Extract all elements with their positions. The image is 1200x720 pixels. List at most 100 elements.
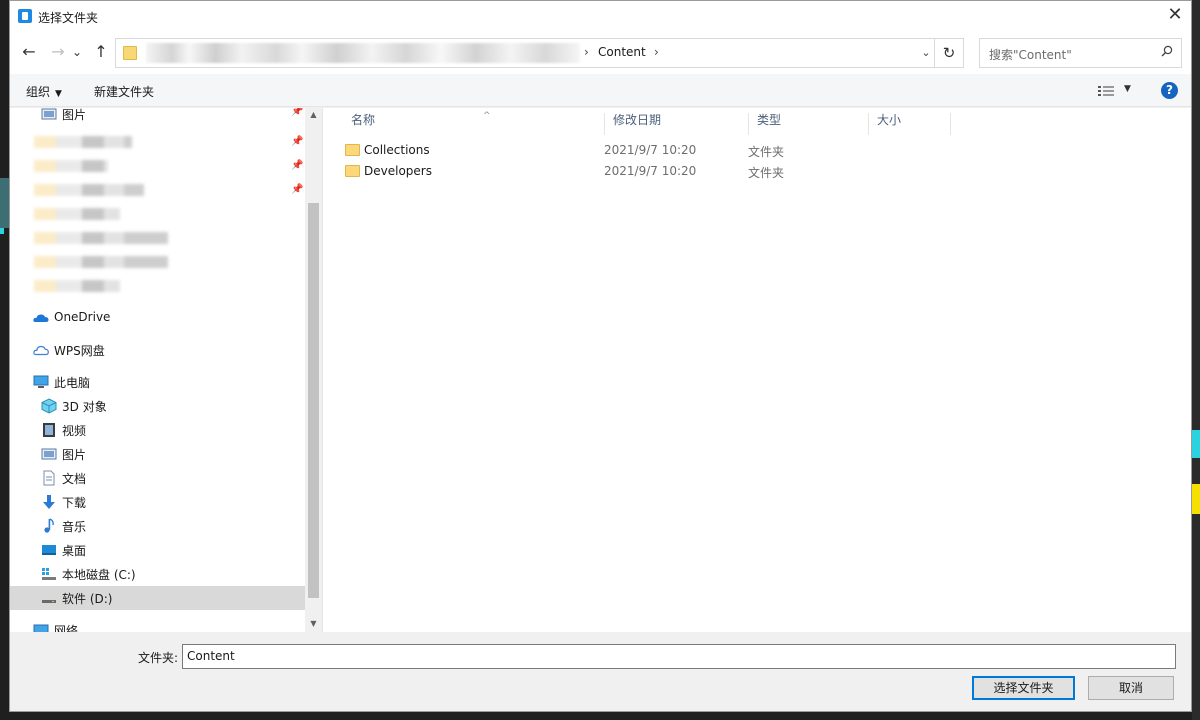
documents-icon <box>43 470 55 486</box>
dialog-title: 选择文件夹 <box>38 11 99 25</box>
redacted-quick-access-item[interactable] <box>34 232 168 244</box>
help-button[interactable]: ? <box>1161 82 1178 99</box>
breadcrumb-current[interactable]: Content <box>598 45 646 59</box>
pin-icon[interactable]: 📌 <box>291 136 303 147</box>
file-row[interactable]: Collections 2021/9/7 10:20 文件夹 <box>343 140 943 161</box>
search-placeholder: 搜索"Content" <box>989 48 1072 62</box>
sidebar-item-label: 文档 <box>62 472 87 486</box>
view-options-button[interactable]: ▼ <box>1098 83 1138 99</box>
breadcrumb-chevron-icon[interactable]: › <box>654 45 659 59</box>
organize-button[interactable]: 组织 ▼ <box>26 83 62 100</box>
sidebar-item-3d-objects[interactable]: 3D 对象 <box>10 394 305 418</box>
sidebar-item-this-pc[interactable]: 此电脑 <box>10 370 305 394</box>
back-button[interactable]: ← <box>18 41 40 63</box>
close-button[interactable]: ✕ <box>1159 1 1191 31</box>
select-folder-button[interactable]: 选择文件夹 <box>972 676 1075 700</box>
column-header-type[interactable]: 类型 <box>749 113 869 135</box>
redacted-quick-access-item[interactable] <box>34 136 132 148</box>
sidebar-item-label: 3D 对象 <box>62 400 107 414</box>
column-header-label: 修改日期 <box>613 113 662 127</box>
sidebar-item-pictures[interactable]: 图片 <box>10 442 305 466</box>
sidebar-item-label: 视频 <box>62 424 87 438</box>
column-header-date[interactable]: 修改日期 <box>605 113 749 135</box>
background-yellow-bar <box>1192 484 1200 514</box>
pictures-icon <box>41 448 57 460</box>
redacted-quick-access-item[interactable] <box>34 208 120 220</box>
sidebar-item-onedrive[interactable]: OneDrive <box>10 306 305 330</box>
sidebar-item-music[interactable]: 音乐 <box>10 514 305 538</box>
music-icon <box>44 518 54 533</box>
refresh-button[interactable]: ↻ <box>934 38 964 68</box>
title-bar: 选择文件夹 ✕ <box>10 1 1191 31</box>
search-icon <box>1161 45 1173 57</box>
file-date: 2021/9/7 10:20 <box>604 143 697 157</box>
select-folder-dialog: 选择文件夹 ✕ ← → ⌄ ↑ › Content › ⌄ ↻ 搜索"Conte… <box>9 0 1192 712</box>
wps-cloud-icon <box>33 345 49 356</box>
file-date: 2021/9/7 10:20 <box>604 164 697 178</box>
sidebar-item-drive-c[interactable]: 本地磁盘 (C:) <box>10 562 305 586</box>
pin-icon[interactable]: 📌 <box>291 184 303 195</box>
navigation-scrollbar[interactable]: ▲ ▼ <box>305 108 322 632</box>
new-folder-button[interactable]: 新建文件夹 <box>94 83 154 100</box>
cancel-button[interactable]: 取消 <box>1088 676 1174 700</box>
file-name: Collections <box>364 143 430 157</box>
sidebar-item-label: 桌面 <box>62 544 87 558</box>
scrollbar-thumb[interactable] <box>308 203 319 598</box>
redacted-quick-access-item[interactable] <box>34 256 168 268</box>
recent-locations-button[interactable]: ⌄ <box>70 41 84 63</box>
redacted-quick-access-item[interactable] <box>34 184 144 196</box>
caret-down-icon: ▼ <box>55 89 62 99</box>
sidebar-item-network[interactable]: 网络 <box>10 618 305 632</box>
file-row[interactable]: Developers 2021/9/7 10:20 文件夹 <box>343 161 943 182</box>
background-app-strip <box>0 178 9 228</box>
scroll-up-icon[interactable]: ▲ <box>305 108 322 122</box>
forward-button[interactable]: → <box>47 41 69 63</box>
browser-body: 图片 📌 📌 📌 📌 OneDrive WPS网盘 此电脑 3D 对象 视频 图… <box>10 108 1191 632</box>
folder-name-input[interactable]: Content <box>182 644 1176 669</box>
file-name: Developers <box>364 164 432 178</box>
redacted-quick-access-item[interactable] <box>34 160 108 172</box>
onedrive-icon <box>33 314 49 322</box>
sidebar-item-drive-d[interactable]: 软件 (D:) <box>10 586 305 610</box>
sidebar-item-label: 图片 <box>62 448 87 462</box>
up-button[interactable]: ↑ <box>90 41 112 63</box>
pin-icon[interactable]: 📌 <box>291 160 303 171</box>
quick-access-label: 图片 <box>62 108 87 122</box>
organize-label: 组织 <box>26 85 51 99</box>
details-view-icon <box>1098 86 1114 96</box>
column-header-label: 大小 <box>877 113 902 127</box>
redacted-quick-access-item[interactable] <box>34 280 120 292</box>
background-app-accent <box>0 228 4 234</box>
column-header-size[interactable]: 大小 <box>869 113 951 135</box>
background-app-edge <box>1192 0 1200 720</box>
folder-icon <box>345 144 360 156</box>
file-list[interactable]: 名称 ^ 修改日期 类型 大小 Collections 2021/9/7 10:… <box>323 108 1191 632</box>
sidebar-item-label: WPS网盘 <box>54 344 105 358</box>
scroll-down-icon[interactable]: ▼ <box>305 616 322 632</box>
sidebar-item-downloads[interactable]: 下载 <box>10 490 305 514</box>
sidebar-item-desktop[interactable]: 桌面 <box>10 538 305 562</box>
column-header-label: 类型 <box>757 113 782 127</box>
column-header-label: 名称 <box>351 113 376 127</box>
sort-ascending-icon: ^ <box>483 111 491 121</box>
sidebar-item-label: 下载 <box>62 496 87 510</box>
column-header-name[interactable]: 名称 ^ <box>343 111 605 135</box>
app-icon <box>18 9 32 23</box>
search-input[interactable]: 搜索"Content" <box>979 38 1182 68</box>
3d-objects-icon <box>41 398 57 414</box>
sidebar-item-wps-cloud[interactable]: WPS网盘 <box>10 338 305 362</box>
desktop-icon <box>42 545 56 555</box>
quick-access-item-pictures[interactable]: 图片 📌 <box>10 108 305 126</box>
sidebar-item-documents[interactable]: 文档 <box>10 466 305 490</box>
breadcrumb-separator-icon[interactable]: › <box>584 45 589 59</box>
navigation-pane[interactable]: 图片 📌 📌 📌 📌 OneDrive WPS网盘 此电脑 3D 对象 视频 图… <box>10 108 305 632</box>
drive-d-icon <box>42 600 56 603</box>
sidebar-item-video[interactable]: 视频 <box>10 418 305 442</box>
file-type: 文件夹 <box>748 145 785 159</box>
download-icon <box>43 495 55 509</box>
pin-icon[interactable]: 📌 <box>291 108 303 117</box>
sidebar-item-label: 音乐 <box>62 520 87 534</box>
address-bar[interactable]: › Content › ⌄ <box>115 38 940 68</box>
sidebar-item-label: 本地磁盘 (C:) <box>62 568 136 582</box>
caret-down-icon: ▼ <box>1124 84 1131 94</box>
